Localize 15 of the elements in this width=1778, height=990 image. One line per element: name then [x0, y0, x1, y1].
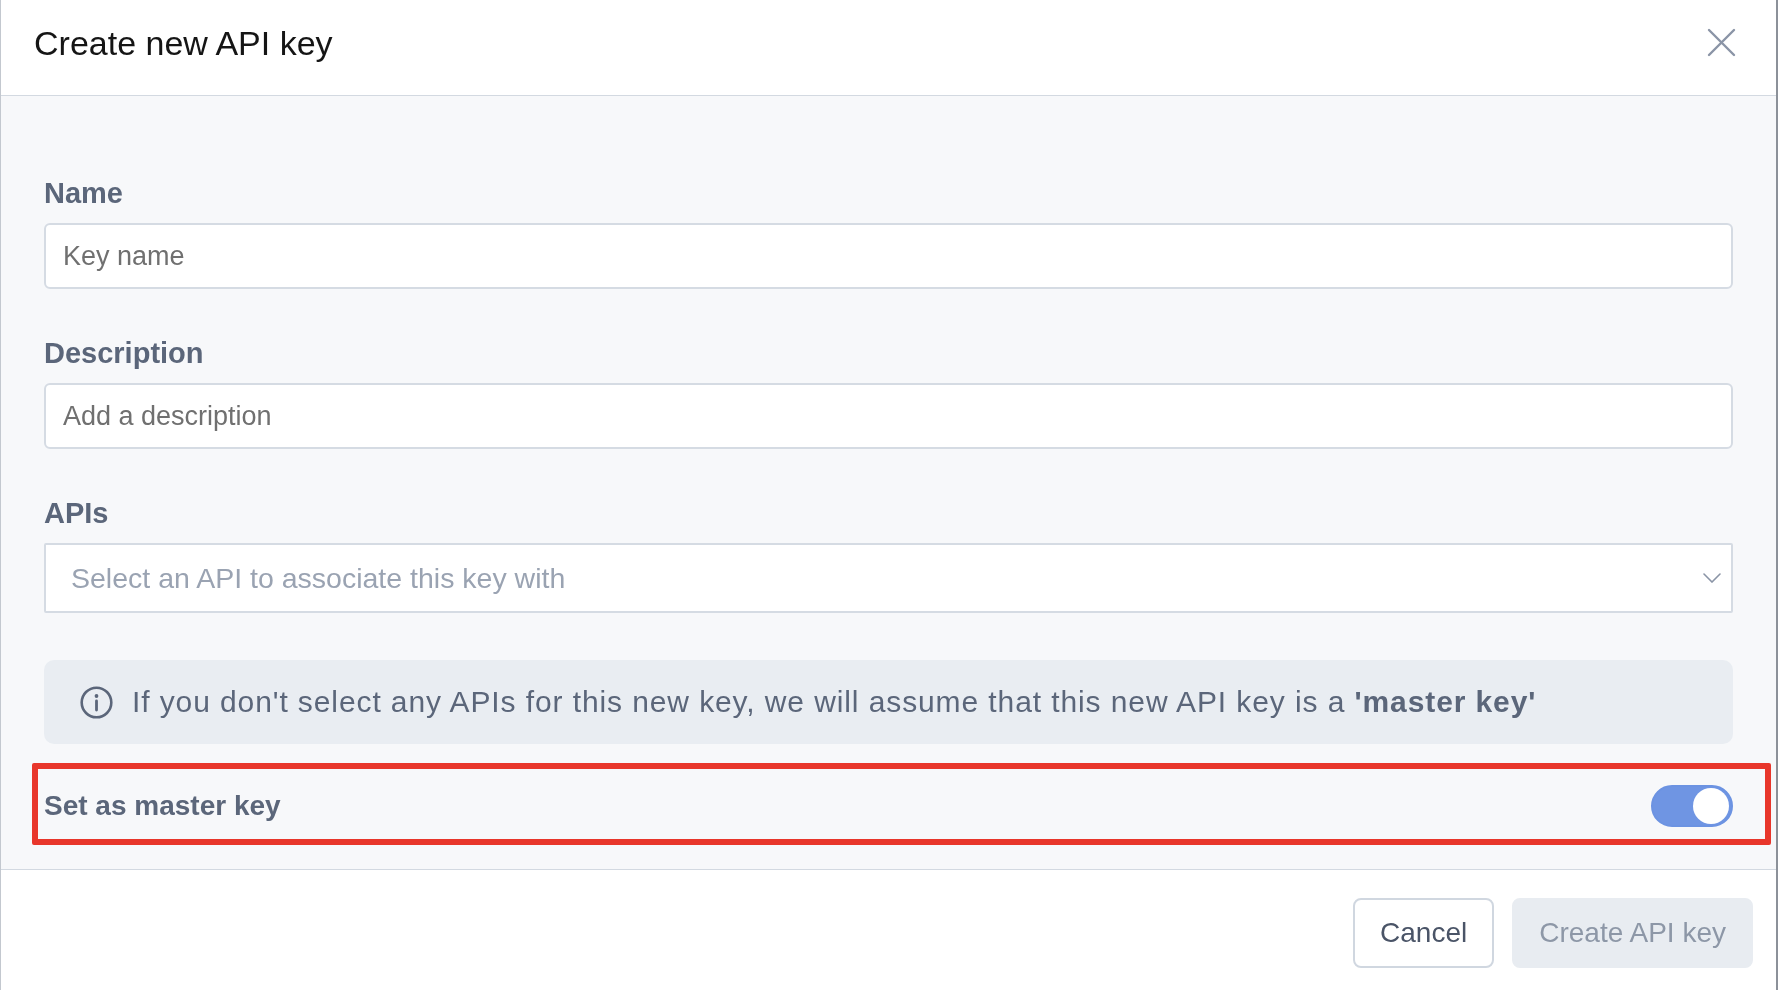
toggle-label: Set as master key	[44, 790, 281, 822]
select-field[interactable]: Select an API to associate this key with	[44, 543, 1733, 613]
field-label: APIs	[44, 496, 109, 530]
master-key-toggle[interactable]	[1651, 785, 1733, 827]
info-icon	[80, 685, 113, 719]
text-input[interactable]: Key name	[44, 223, 1733, 289]
dialog-title: Create new API key	[34, 22, 333, 63]
cancel-button[interactable]: Cancel	[1353, 898, 1495, 968]
chevron-down-icon	[1703, 573, 1721, 583]
close-button[interactable]	[1706, 27, 1736, 58]
close-icon	[1706, 28, 1736, 57]
notice-text: If you don't select any APIs for this new key, we will assume that this new API key is a 'master key'	[132, 684, 1537, 720]
field-label: Name	[44, 176, 123, 210]
field-label: Description	[44, 336, 204, 370]
text-input[interactable]: Add a description	[44, 383, 1733, 449]
